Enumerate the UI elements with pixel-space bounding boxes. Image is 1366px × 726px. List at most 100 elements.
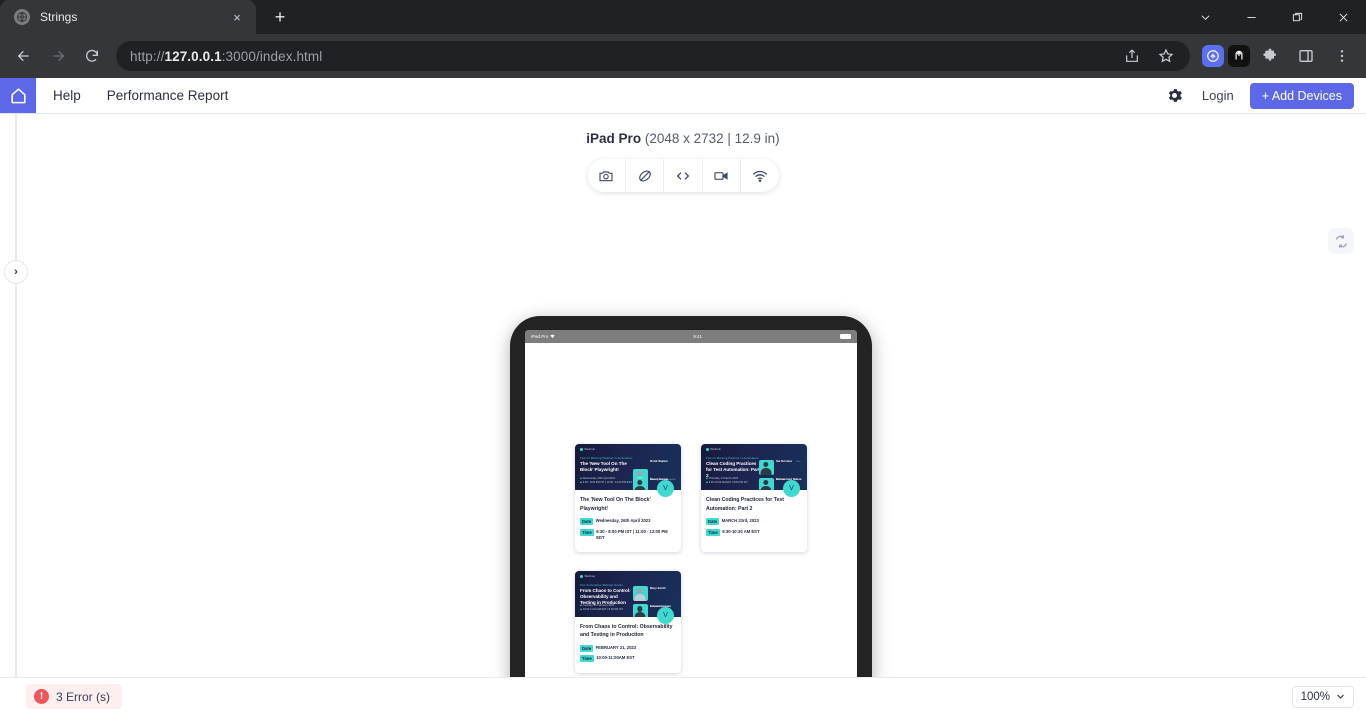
login-link[interactable]: Login xyxy=(1202,88,1234,103)
time-value: 6:30 - 8:00 PM IST | 11:00 - 12:00 PM ED… xyxy=(596,529,676,542)
three-dot-menu-icon[interactable] xyxy=(1326,40,1358,72)
sidebar-expand-button[interactable]: › xyxy=(4,260,28,284)
banner-meta-date: Wednesday, 26th April 2023 xyxy=(583,477,615,480)
share-icon[interactable] xyxy=(1116,40,1148,72)
side-panel-icon[interactable] xyxy=(1290,40,1322,72)
reload-icon[interactable] xyxy=(76,40,108,72)
banner-logo-text: Webinar xyxy=(711,448,722,451)
code-inspect-icon[interactable] xyxy=(664,159,702,192)
banner-logo-text: Webinar xyxy=(585,575,596,578)
webinar-card[interactable]: Webinar Tips on Winning Pipeline in Auto… xyxy=(575,444,681,552)
screenshot-icon[interactable] xyxy=(588,159,626,192)
bullet-icon: ◆ xyxy=(580,608,582,611)
new-tab-button[interactable]: + xyxy=(266,3,294,31)
minimize-button[interactable] xyxy=(1228,0,1274,34)
banner-eyebrow: Tips on Winning Pipeline in Automation xyxy=(706,457,759,460)
banner-logo-text: Webinar xyxy=(585,448,596,451)
card-title: Clean Coding Practices for Test Automati… xyxy=(706,496,802,513)
carrier-label: iPad Pro xyxy=(531,334,548,339)
back-arrow-icon[interactable] xyxy=(8,40,40,72)
time-tag: Time xyxy=(580,655,594,662)
gear-icon[interactable] xyxy=(1164,85,1186,107)
webinar-card[interactable]: Webinar Tips on Winning Pipeline in Auto… xyxy=(701,444,807,552)
device-toolbar xyxy=(588,159,779,192)
play-badge-icon[interactable]: V xyxy=(657,480,674,497)
speaker-avatar xyxy=(759,478,774,491)
battery-icon xyxy=(840,334,851,339)
date-value: MARCH 23rd, 2023 xyxy=(722,518,802,524)
status-bar-footer: ! 3 Error (s) 100% xyxy=(0,677,1366,715)
banner-eyebrow: Tips on Winning Pipeline in Automation xyxy=(580,457,633,460)
close-window-button[interactable] xyxy=(1320,0,1366,34)
banner-meta: ◆ Tuesday, 21 February 2023 ◆ 10:00-11:0… xyxy=(580,604,638,612)
banner-title: From Chaos to Control: Observability and… xyxy=(580,588,634,606)
banner-meta-date: Tuesday, 21 February 2023 xyxy=(583,604,615,607)
card-date-row: Date Wednesday, 26th April 2023 xyxy=(580,518,676,525)
device-frame-ipad-pro: iPad Pro 9:41 Webinar xyxy=(510,316,872,715)
window-controls xyxy=(1182,0,1366,34)
banner-meta: ◆ Thursday, 23 March 2023 ◆ 9:30-10:30 A… xyxy=(706,477,764,485)
network-throttle-icon[interactable] xyxy=(741,159,778,192)
device-spec: (2048 x 2732 | 12.9 in) xyxy=(645,131,780,146)
banner-meta-time: 10:00-11:00 AM EST | 8:30 PM IST xyxy=(583,608,623,611)
date-tag: Date xyxy=(706,518,719,525)
card-time-row: Time 9:30-10:30 AM EST xyxy=(706,529,802,536)
chevron-down-icon[interactable] xyxy=(1182,0,1228,34)
date-tag: Date xyxy=(580,645,593,652)
bullet-icon: ◆ xyxy=(706,481,708,484)
maximize-button[interactable] xyxy=(1274,0,1320,34)
banner-meta-time: 9:30-10:30 AM EST | 8:00 PM IST xyxy=(709,481,748,484)
logo-dot-icon xyxy=(580,448,583,451)
error-count-label: 3 Error (s) xyxy=(56,690,110,704)
browser-toolbar: http://127.0.0.1:3000/index.html xyxy=(0,34,1366,78)
add-devices-button[interactable]: + Add Devices xyxy=(1250,83,1354,109)
webinar-card-grid: Webinar Tips on Winning Pipeline in Auto… xyxy=(575,444,807,673)
card-date-row: Date FEBRUARY 21, 2023 xyxy=(580,645,676,652)
date-tag: Date xyxy=(580,518,593,525)
nav-link-help[interactable]: Help xyxy=(53,88,81,103)
bullet-icon: ◆ xyxy=(580,481,582,484)
home-icon[interactable] xyxy=(0,78,36,113)
refresh-sync-icon[interactable] xyxy=(1328,228,1354,254)
chevron-down-icon xyxy=(1336,692,1345,701)
time-value: 9:30-10:30 AM EST xyxy=(722,529,802,535)
nav-link-performance-report[interactable]: Performance Report xyxy=(107,88,229,103)
banner-title: Clean Coding Practices for Test Automati… xyxy=(706,461,760,479)
puzzle-icon[interactable] xyxy=(1254,40,1286,72)
close-tab-icon[interactable]: × xyxy=(228,8,246,26)
forward-arrow-icon[interactable] xyxy=(42,40,74,72)
sidebar-rail xyxy=(15,114,17,685)
device-screen[interactable]: iPad Pro 9:41 Webinar xyxy=(525,330,857,715)
device-name: iPad Pro xyxy=(586,131,641,146)
rendered-page: Webinar Tips on Winning Pipeline in Auto… xyxy=(525,343,857,715)
play-badge-icon[interactable]: V xyxy=(783,480,800,497)
app-nav-links: Help Performance Report xyxy=(36,78,228,113)
banner-eyebrow: Test Automation Webinar Series xyxy=(580,584,623,587)
address-bar[interactable]: http://127.0.0.1:3000/index.html xyxy=(116,41,1190,71)
tab-title: Strings xyxy=(40,10,218,24)
globe-icon xyxy=(14,9,30,25)
banner-meta: ◆ Wednesday, 26th April 2023 ◆ 6:30 - 8:… xyxy=(580,477,638,485)
card-body: From Chaos to Control: Observability and… xyxy=(575,617,681,673)
zoom-level-select[interactable]: 100% xyxy=(1292,686,1354,708)
webinar-card[interactable]: Webinar Test Automation Webinar Series F… xyxy=(575,571,681,673)
device-status-bar: iPad Pro 9:41 xyxy=(525,330,857,343)
error-count-badge[interactable]: ! 3 Error (s) xyxy=(26,684,122,709)
time-value: 10:00-11:00AM EST xyxy=(596,655,676,661)
star-icon[interactable] xyxy=(1150,40,1182,72)
play-badge-icon[interactable]: V xyxy=(657,607,674,624)
browser-tab[interactable]: Strings × xyxy=(0,0,256,34)
status-bar-battery xyxy=(840,334,851,339)
record-video-icon[interactable] xyxy=(703,159,741,192)
extension-icons xyxy=(1198,40,1358,72)
browser-chrome: Strings × + xyxy=(0,0,1366,78)
card-title: The 'New Tool On The Block' Playwright! xyxy=(580,496,676,513)
browser-ext-black-icon[interactable] xyxy=(1228,45,1250,67)
rotate-disable-icon[interactable] xyxy=(626,159,664,192)
browser-ext-blue-icon[interactable] xyxy=(1202,45,1224,67)
zoom-level-value: 100% xyxy=(1301,691,1330,703)
card-body: The 'New Tool On The Block' Playwright! … xyxy=(575,490,681,552)
tab-strip: Strings × + xyxy=(0,0,1366,34)
url-text: http://127.0.0.1:3000/index.html xyxy=(130,49,322,64)
card-title: From Chaos to Control: Observability and… xyxy=(580,623,676,640)
